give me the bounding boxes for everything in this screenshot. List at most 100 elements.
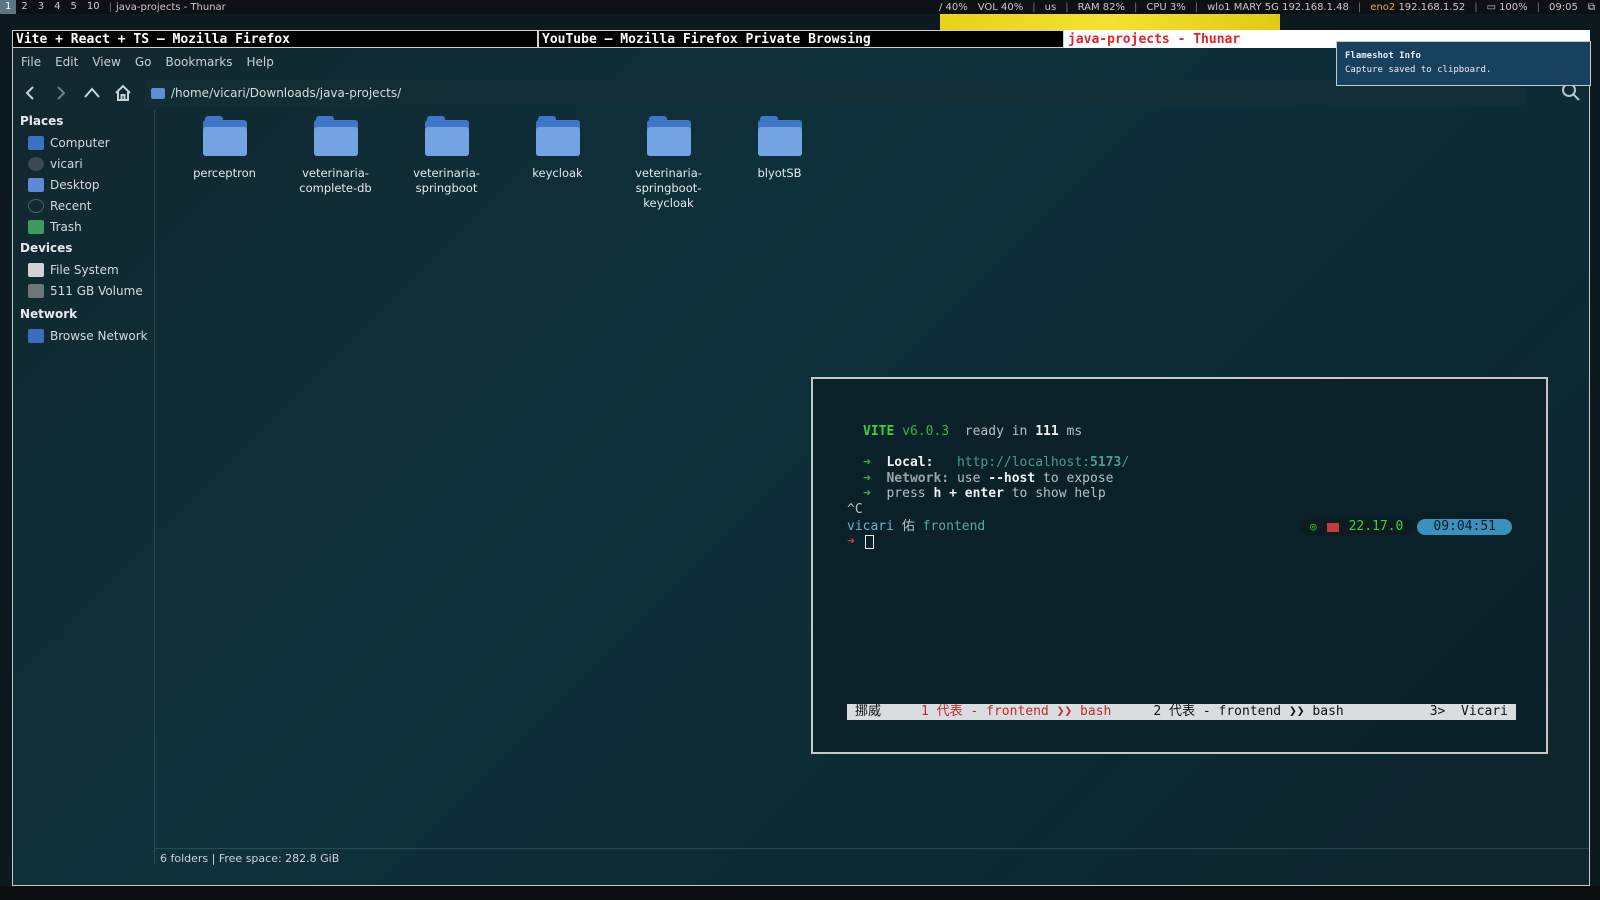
sidebar-item-label: Computer <box>50 135 110 150</box>
sidebar-item-home[interactable]: vicari <box>13 153 154 174</box>
focused-window-title: java-projects - Thunar <box>115 1 226 13</box>
right-prompt: ◎ 22.17.0 09:04:51 <box>1299 519 1512 535</box>
sidebar-item-desktop[interactable]: Desktop <box>13 174 154 195</box>
arrow-up-icon <box>84 87 100 98</box>
sidebar-item-label: Recent <box>50 198 92 213</box>
menu-go[interactable]: Go <box>135 55 152 69</box>
workspace-1[interactable]: 1 <box>0 0 17 14</box>
menu-help[interactable]: Help <box>247 55 274 69</box>
location-path: /home/vicari/Downloads/java-projects/ <box>171 86 402 100</box>
folder-name: perceptron <box>193 166 256 180</box>
keyboard-layout: us <box>1044 1 1057 13</box>
forward-button[interactable] <box>47 79 75 107</box>
workspace-10[interactable]: 10 <box>82 0 105 14</box>
eth-ip: 192.168.1.52 <box>1398 1 1466 13</box>
folder-item[interactable]: veterinaria-springboot-keycloak <box>613 114 724 211</box>
tab-firefox-youtube[interactable]: YouTube — Mozilla Firefox Private Browsi… <box>538 30 1064 48</box>
home-icon <box>115 84 131 101</box>
tmux-host: 3> Vicari <box>1429 704 1508 719</box>
drive-icon <box>28 262 44 277</box>
workspace-2[interactable]: 2 <box>16 0 32 14</box>
wallpaper-poster <box>940 14 1280 30</box>
folder-icon <box>535 116 580 156</box>
menu-edit[interactable]: Edit <box>55 55 78 69</box>
folder-icon <box>202 116 247 156</box>
menu-bookmarks[interactable]: Bookmarks <box>165 55 232 69</box>
sidebar-item-browse-network[interactable]: Browse Network <box>13 325 154 346</box>
tmux-session: 挪威 <box>855 704 882 719</box>
user-home-icon <box>28 156 44 171</box>
network-icon <box>28 328 44 343</box>
folder-item[interactable]: keycloak <box>502 114 613 181</box>
text-cursor <box>864 534 874 549</box>
tab-firefox-vite[interactable]: Vite + React + TS — Mozilla Firefox <box>12 30 538 48</box>
folder-icon <box>646 116 691 156</box>
wifi-indicator: wlo1 MARY 5G 192.168.1.48 <box>1207 1 1349 13</box>
status-bar: 6 folders | Free space: 282.8 GiB <box>155 848 1589 870</box>
vite-network-line: ➜ Network: use --host to expose <box>863 471 1114 486</box>
flag-icon <box>1326 522 1339 532</box>
sidebar: Places Computer vicari Desktop Recent Tr… <box>13 110 155 864</box>
wallpaper-strip <box>0 886 1600 900</box>
battery-indicator: 100% <box>1499 1 1528 13</box>
sidebar-item-recent[interactable]: Recent <box>13 195 154 216</box>
sidebar-item-trash[interactable]: Trash <box>13 216 154 237</box>
flameshot-notification[interactable]: Flameshot Info Capture saved to clipboar… <box>1336 41 1591 86</box>
tmux-status-bar: 挪威 1 代表 - frontend ❯❯ bash 2 代表 - fronte… <box>847 704 1516 720</box>
menu-view[interactable]: View <box>92 55 120 69</box>
workspace-3[interactable]: 3 <box>33 0 49 14</box>
location-bar[interactable]: /home/vicari/Downloads/java-projects/ <box>145 80 1525 106</box>
menu-file[interactable]: File <box>21 55 41 69</box>
ram-indicator: RAM 82% <box>1077 1 1125 13</box>
folder-name: blyotSB <box>757 166 802 180</box>
vite-help-line: ➜ press h + enter to show help <box>863 486 1106 501</box>
input-line[interactable]: ➜ <box>847 534 874 550</box>
sidebar-item-computer[interactable]: Computer <box>13 132 154 153</box>
folder-item[interactable]: veterinaria-complete-db <box>280 114 391 196</box>
sidebar-item-label: File System <box>50 262 119 277</box>
folder-item[interactable]: blyotSB <box>724 114 835 181</box>
back-button[interactable] <box>16 79 44 107</box>
top-status-bar: 1 2 3 4 5 10 | java-projects - Thunar / … <box>0 0 1600 14</box>
sidebar-item-volume[interactable]: 511 GB Volume <box>13 280 154 301</box>
local-url-link[interactable]: http://localhost:5173/ <box>957 455 1129 470</box>
vite-ready-line: VITE v6.0.3 ready in 111 ms <box>863 424 1083 439</box>
clock: 09:05 <box>1549 1 1578 13</box>
sidebar-places-heading: Places <box>20 114 64 128</box>
folder-name: veterinaria-springboot <box>413 166 480 195</box>
sidebar-item-filesystem[interactable]: File System <box>13 259 154 280</box>
vite-local-line: ➜ Local: http://localhost:5173/ <box>863 455 1130 470</box>
sidebar-item-label: Browse Network <box>50 328 148 343</box>
arrow-right-icon <box>57 86 66 100</box>
cpu-indicator: CPU 3% <box>1146 1 1186 13</box>
interrupt-line: ^C <box>847 502 863 517</box>
sidebar-item-label: Trash <box>50 219 82 234</box>
node-version-badge: ◎ 22.17.0 <box>1299 519 1414 535</box>
prompt-time-badge: 09:04:51 <box>1417 519 1512 535</box>
tmux-window-1[interactable]: 1 代表 - frontend ❯❯ bash <box>921 704 1111 720</box>
notification-body: Capture saved to clipboard. <box>1345 65 1492 75</box>
parent-folder-button[interactable] <box>78 79 106 107</box>
folder-name: veterinaria-springboot-keycloak <box>635 166 702 210</box>
arrow-left-icon <box>25 86 34 100</box>
sidebar-item-label: vicari <box>50 156 83 171</box>
desktop-icon <box>28 177 44 192</box>
separator: | <box>108 1 112 13</box>
eth-interface: eno2 <box>1370 1 1396 13</box>
folder-item[interactable]: veterinaria-springboot <box>391 114 502 196</box>
home-button[interactable] <box>109 79 137 107</box>
folder-name: veterinaria-complete-db <box>299 166 372 195</box>
folder-icon <box>151 87 165 99</box>
node-icon: ◎ <box>1309 520 1317 533</box>
terminal-window[interactable]: VITE v6.0.3 ready in 111 ms ➜ Local: htt… <box>811 377 1548 754</box>
volume-indicator: VOL 40% <box>977 1 1024 13</box>
sidebar-item-label: Desktop <box>50 177 100 192</box>
sidebar-devices-heading: Devices <box>20 241 73 255</box>
trash-icon <box>28 219 44 234</box>
folder-item[interactable]: perceptron <box>169 114 280 181</box>
tray-icon[interactable]: ⧉ <box>1583 2 1600 13</box>
workspace-5[interactable]: 5 <box>66 0 82 14</box>
file-view: perceptron veterinaria-complete-db veter… <box>169 114 869 234</box>
workspace-4[interactable]: 4 <box>49 0 65 14</box>
tmux-window-2[interactable]: 2 代表 - frontend ❯❯ bash <box>1153 704 1343 720</box>
